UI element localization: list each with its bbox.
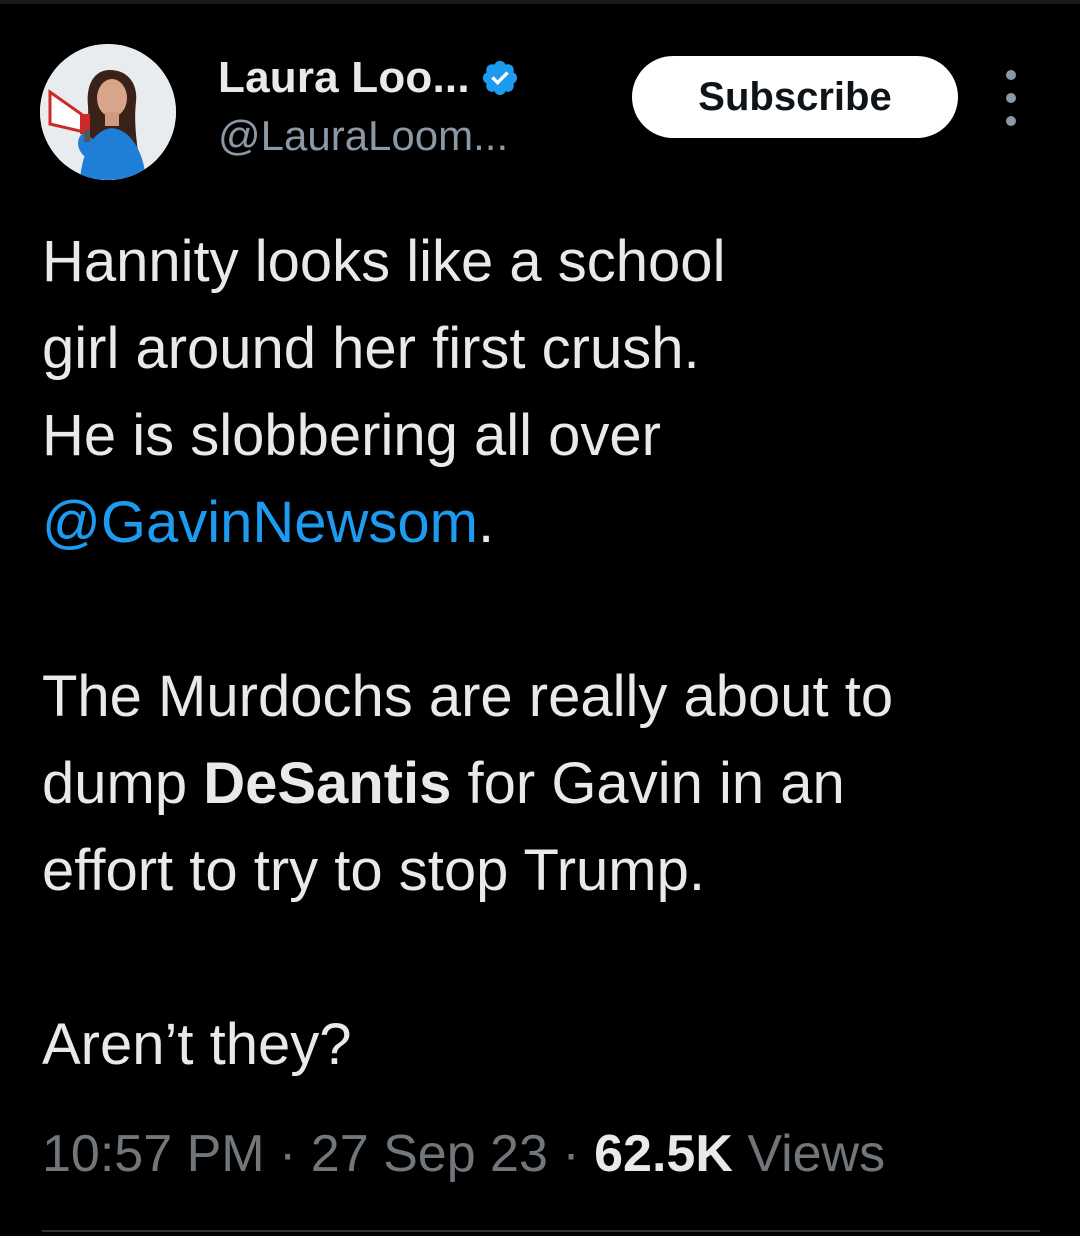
tweet-line: Hannity looks like a school [42,229,726,294]
verified-badge-icon[interactable] [480,58,520,98]
dot [1006,93,1016,103]
avatar-image [40,44,176,180]
tweet-meta: 10:57 PM · 27 Sep 23 · 62.5K Views [42,1124,885,1184]
display-name-row: Laura Loo... [218,50,520,106]
subscribe-button[interactable]: Subscribe [632,56,958,138]
tweet-line: The Murdochs are really about to dump De… [42,653,982,914]
tweet-date[interactable]: 27 Sep 23 [311,1125,548,1183]
more-options-icon[interactable] [996,70,1026,126]
tweet-paragraph-3: Aren’t they? [42,1001,1042,1088]
tweet-line: Aren’t they? [42,1012,352,1077]
tweet-line: @GavinNewsom. [42,479,1042,566]
author-avatar[interactable] [40,44,176,180]
author-name-block: Laura Loo... @LauraLoom... [218,50,520,160]
tweet-paragraph-2: The Murdochs are really about to dump De… [42,653,982,914]
mention-punctuation: . [478,490,495,555]
tweet-paragraph-1: Hannity looks like a school girl around … [42,218,1042,566]
bold-text: DeSantis [203,751,452,816]
author-handle[interactable]: @LauraLoom... [218,112,520,160]
tweet-time[interactable]: 10:57 PM [42,1125,265,1183]
meta-separator: · [547,1125,595,1183]
views-count: 62.5K [594,1125,733,1183]
meta-separator: · [264,1125,311,1183]
dot [1006,116,1016,126]
tweet-line: He is slobbering all over [42,403,661,468]
dot [1006,70,1016,80]
tweet-header: Laura Loo... @LauraLoom... Subscribe [40,44,1040,180]
tweet-text: Hannity looks like a school girl around … [42,218,1042,1088]
tweet-line: girl around her first crush. [42,316,700,381]
mention-link[interactable]: @GavinNewsom [42,490,478,555]
author-display-name[interactable]: Laura Loo... [218,53,470,103]
divider [42,1230,1040,1232]
top-edge [0,0,1080,4]
views-label: Views [732,1125,886,1183]
